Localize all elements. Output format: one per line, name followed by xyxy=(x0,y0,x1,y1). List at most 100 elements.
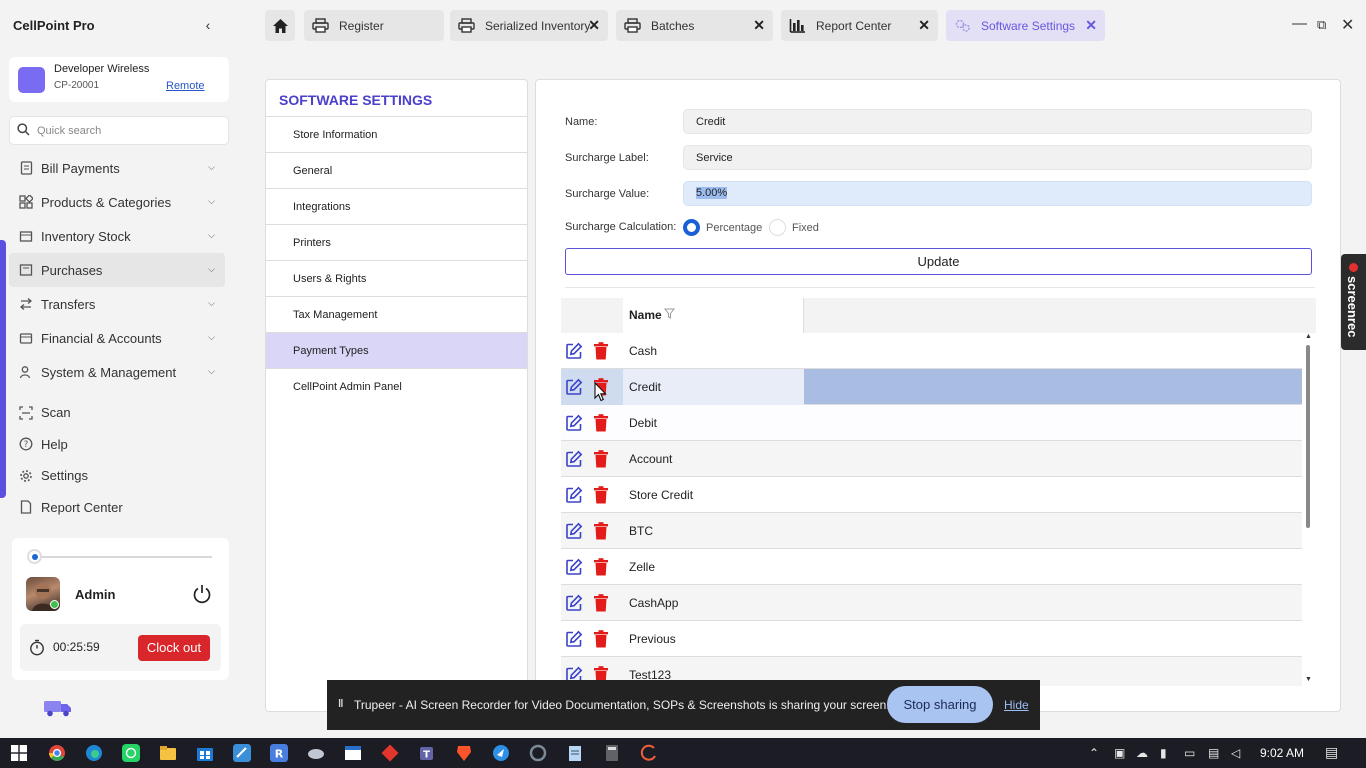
restore-icon[interactable]: ⧉ xyxy=(1317,17,1326,33)
stop-sharing-button[interactable]: Stop sharing xyxy=(887,686,993,723)
grid-scrollbar[interactable]: ▲ ▼ xyxy=(1304,333,1312,686)
name-input[interactable] xyxy=(683,109,1312,134)
hide-link[interactable]: Hide xyxy=(1004,698,1029,712)
nav-item-help[interactable]: ? Help xyxy=(9,429,225,461)
nav-item-system-management[interactable]: System & Management ⌵ xyxy=(9,355,225,389)
edge-icon[interactable] xyxy=(85,744,103,762)
notification-icon[interactable]: ▤ xyxy=(1325,744,1338,761)
settings-item-store-information[interactable]: Store Information xyxy=(266,116,527,152)
tray-chevron-icon[interactable]: ⌃ xyxy=(1089,746,1099,760)
settings-item-tax-management[interactable]: Tax Management xyxy=(266,296,527,332)
update-button[interactable]: Update xyxy=(565,248,1312,275)
edit-icon[interactable] xyxy=(565,486,583,507)
slider-knob[interactable] xyxy=(27,549,42,564)
tray-onedrive-icon[interactable]: ☁ xyxy=(1136,746,1148,760)
remote-link[interactable]: Remote xyxy=(166,80,205,92)
edit-icon[interactable] xyxy=(565,342,583,363)
tab-software-settings[interactable]: Software Settings ✕ xyxy=(946,10,1105,41)
settings-item-integrations[interactable]: Integrations xyxy=(266,188,527,224)
chrome-icon[interactable] xyxy=(48,744,66,762)
close-tab-icon[interactable]: ✕ xyxy=(918,17,930,34)
windows-start-icon[interactable] xyxy=(10,744,28,762)
nav-item-bill-payments[interactable]: Bill Payments ⌵ xyxy=(9,151,225,185)
nav-item-products-categories[interactable]: Products & Categories ⌵ xyxy=(9,185,225,219)
edit-icon[interactable] xyxy=(565,522,583,543)
nav-item-settings[interactable]: Settings xyxy=(9,460,225,492)
close-tab-icon[interactable]: ✕ xyxy=(588,17,600,34)
radio-percentage[interactable]: Percentage xyxy=(683,219,762,236)
nav-item-transfers[interactable]: Transfers ⌵ xyxy=(9,287,225,321)
collapse-sidebar-icon[interactable]: ‹ xyxy=(200,16,216,34)
surcharge-value-input[interactable]: 5.00% xyxy=(683,181,1312,206)
taskbar-clock[interactable]: 9:02 AM xyxy=(1260,746,1304,760)
minimize-icon[interactable]: — xyxy=(1292,15,1307,32)
trash-icon[interactable] xyxy=(593,630,609,651)
tray-camera-icon[interactable]: ▣ xyxy=(1114,746,1125,760)
app-icon[interactable] xyxy=(307,744,325,762)
edit-icon[interactable] xyxy=(565,594,583,615)
trash-icon[interactable] xyxy=(593,486,609,507)
trash-icon[interactable] xyxy=(593,342,609,363)
tray-mic-icon[interactable]: ▮ xyxy=(1160,746,1167,760)
tray-network-icon[interactable]: ▤ xyxy=(1208,746,1219,760)
nav-item-scan[interactable]: Scan xyxy=(9,397,225,429)
table-row[interactable]: Credit xyxy=(561,369,1302,405)
trash-icon[interactable] xyxy=(593,558,609,579)
table-row[interactable]: Previous xyxy=(561,621,1302,657)
calculator-icon[interactable] xyxy=(603,744,621,762)
table-row[interactable]: Account xyxy=(561,441,1302,477)
nav-item-inventory-stock[interactable]: Inventory Stock ⌵ xyxy=(9,219,225,253)
teams-icon[interactable]: T xyxy=(418,744,436,762)
edit-icon[interactable] xyxy=(565,378,583,399)
scroll-up-icon[interactable]: ▲ xyxy=(1305,333,1312,340)
home-tab[interactable] xyxy=(265,10,295,41)
trash-icon[interactable] xyxy=(593,594,609,615)
store-app-icon[interactable] xyxy=(196,744,214,762)
cellpoint-app-icon[interactable]: R xyxy=(270,744,288,762)
table-row[interactable]: Zelle xyxy=(561,549,1302,585)
anydesk-icon[interactable] xyxy=(381,744,399,762)
scroll-down-icon[interactable]: ▼ xyxy=(1305,676,1312,683)
edit-icon[interactable] xyxy=(565,630,583,651)
edge-dev-icon[interactable] xyxy=(529,744,547,762)
delivery-truck-icon[interactable] xyxy=(43,698,73,721)
tab-serialized-inventory[interactable]: Serialized Inventory ✕ xyxy=(450,10,608,41)
table-row[interactable]: CashApp xyxy=(561,585,1302,621)
tab-batches[interactable]: Batches ✕ xyxy=(616,10,773,41)
brave-icon[interactable] xyxy=(455,744,473,762)
trash-icon[interactable] xyxy=(593,450,609,471)
app-icon[interactable] xyxy=(492,744,510,762)
settings-item-general[interactable]: General xyxy=(266,152,527,188)
nav-item-purchases[interactable]: Purchases ⌵ xyxy=(9,253,225,287)
tray-volume-icon[interactable]: ◁ xyxy=(1231,746,1240,760)
radio-fixed[interactable]: Fixed xyxy=(769,219,819,236)
file-explorer-icon[interactable] xyxy=(159,744,177,762)
drag-handle-icon[interactable]: ‖ xyxy=(338,698,343,710)
loading-app-icon[interactable] xyxy=(640,744,658,762)
settings-item-printers[interactable]: Printers xyxy=(266,224,527,260)
settings-item-users-rights[interactable]: Users & Rights xyxy=(266,260,527,296)
tab-report-center[interactable]: Report Center ✕ xyxy=(781,10,938,41)
scroll-thumb[interactable] xyxy=(1306,345,1310,528)
tray-battery-icon[interactable]: ▭ xyxy=(1184,746,1195,760)
screenrec-widget[interactable]: screenrec xyxy=(1341,254,1366,350)
close-tab-icon[interactable]: ✕ xyxy=(753,17,765,34)
power-icon[interactable] xyxy=(191,583,213,605)
whatsapp-icon[interactable] xyxy=(122,744,140,762)
edit-icon[interactable] xyxy=(565,450,583,471)
table-row[interactable]: Cash xyxy=(561,333,1302,369)
filter-icon[interactable] xyxy=(663,308,676,322)
trash-icon[interactable] xyxy=(593,414,609,435)
clock-out-button[interactable]: Clock out xyxy=(138,635,210,661)
window-app-icon[interactable] xyxy=(344,744,362,762)
table-row[interactable]: Store Credit xyxy=(561,477,1302,513)
table-row[interactable]: BTC xyxy=(561,513,1302,549)
edit-icon[interactable] xyxy=(565,414,583,435)
surcharge-label-input[interactable] xyxy=(683,145,1312,170)
edit-icon[interactable] xyxy=(565,558,583,579)
name-column-header[interactable]: Name xyxy=(623,298,804,333)
close-tab-icon[interactable]: ✕ xyxy=(1085,17,1097,34)
tab-register[interactable]: Register xyxy=(304,10,444,41)
nav-item-report-center[interactable]: Report Center xyxy=(9,492,225,524)
trash-icon[interactable] xyxy=(593,522,609,543)
